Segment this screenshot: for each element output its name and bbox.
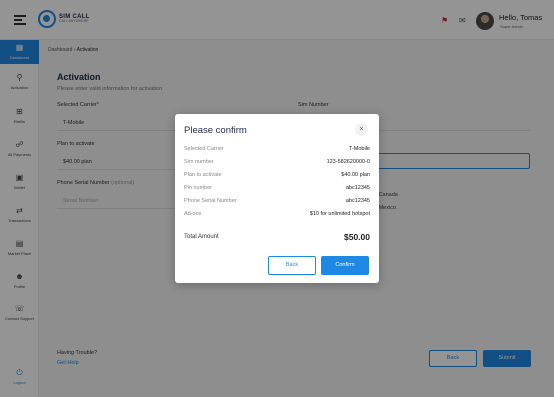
- summary-row: Ad-ons $10 for unlimited hotspot: [184, 211, 370, 221]
- dialog-confirm-button[interactable]: Confirm: [321, 256, 369, 275]
- total-amount: $50.00: [344, 232, 370, 242]
- summary-value: $10 for unlimited hotspot: [309, 211, 370, 217]
- summary-value: $40.00 plan: [341, 172, 370, 178]
- summary-key: Pin number: [184, 185, 213, 191]
- dialog-title: Please confirm: [184, 125, 247, 136]
- dialog-back-button[interactable]: Back: [268, 256, 316, 275]
- summary-value: abc12345: [345, 185, 370, 191]
- summary-row: Phone Serial Number abc12345: [184, 198, 370, 208]
- summary-key: Plan to activate: [184, 172, 222, 178]
- summary-row: Sim number 123-582620000-0: [184, 159, 370, 169]
- close-icon[interactable]: ×: [355, 123, 368, 136]
- summary-value: T-Mobile: [348, 146, 370, 152]
- summary-row: Selected Carrier T-Mobile: [184, 146, 370, 156]
- confirm-dialog: Please confirm × Selected Carrier T-Mobi…: [175, 114, 379, 283]
- summary-row: Pin number abc12345: [184, 185, 370, 195]
- summary-key: Phone Serial Number: [184, 198, 237, 204]
- summary-key: Ad-ons: [184, 211, 202, 217]
- total-label: Total Amount: [184, 234, 219, 240]
- total-row: Total Amount $50.00: [184, 232, 370, 244]
- summary-row: Plan to activate $40.00 plan: [184, 172, 370, 182]
- summary-value: 123-582620000-0: [326, 159, 370, 165]
- summary-key: Selected Carrier: [184, 146, 224, 152]
- summary-key: Sim number: [184, 159, 214, 165]
- summary-value: abc12345: [345, 198, 370, 204]
